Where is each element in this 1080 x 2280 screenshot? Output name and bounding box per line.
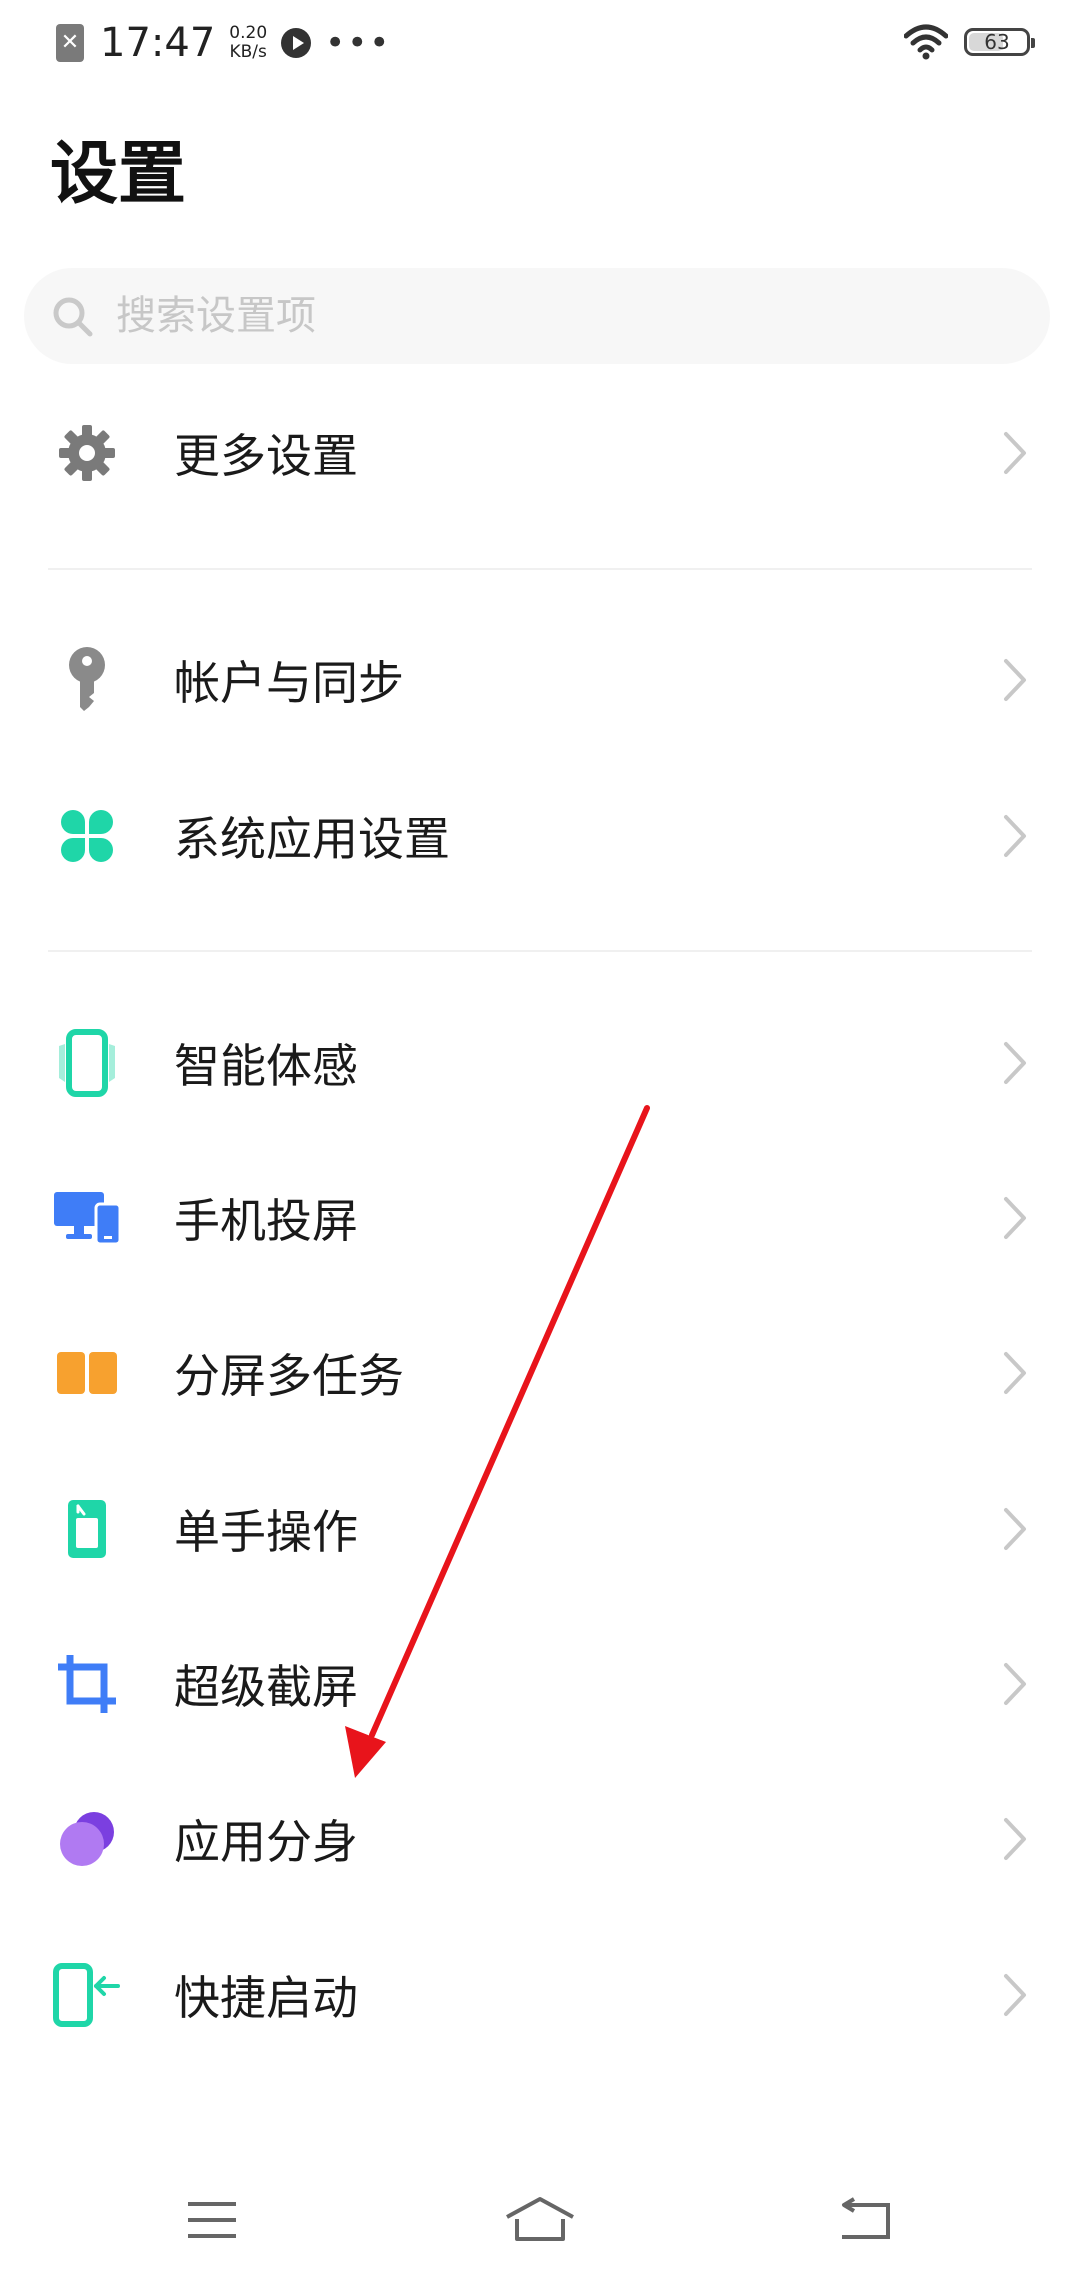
chevron-right-icon [1004, 659, 1026, 701]
settings-item-label: 帐户与同步 [174, 656, 404, 710]
chevron-right-icon [1004, 1663, 1026, 1705]
settings-item-label: 分屏多任务 [174, 1349, 404, 1403]
network-speed-unit: KB/s [229, 42, 267, 62]
app-clone-icon [50, 1802, 124, 1876]
menu-button[interactable] [172, 2180, 252, 2260]
settings-item-system-apps[interactable]: 系统应用设置 [0, 761, 1080, 911]
divider [48, 568, 1032, 570]
key-icon [50, 643, 124, 717]
navigation-bar [0, 2160, 1080, 2280]
status-bar: ✕ 17:47 0.20 KB/s ••• 63 [0, 0, 1080, 90]
crop-icon [50, 1647, 124, 1721]
screencast-icon [50, 1181, 124, 1255]
battery-icon: 63 [964, 28, 1035, 56]
back-icon [842, 2197, 890, 2239]
chevron-right-icon [1004, 1974, 1026, 2016]
home-button[interactable] [500, 2180, 580, 2260]
chevron-right-icon [1004, 432, 1026, 474]
settings-item-label: 手机投屏 [174, 1194, 358, 1248]
screen-record-icon [281, 28, 312, 58]
chevron-right-icon [1004, 1197, 1026, 1239]
back-button[interactable] [826, 2180, 906, 2260]
settings-item-label: 智能体感 [174, 1039, 358, 1093]
chevron-right-icon [1004, 815, 1026, 857]
quick-launch-icon [50, 1958, 124, 2032]
battery-level: 63 [984, 30, 1010, 54]
status-time: 17:47 [100, 20, 216, 66]
settings-item-one-handed[interactable]: 单手操作 [0, 1454, 1080, 1604]
settings-item-label: 超级截屏 [174, 1660, 358, 1714]
search-bar[interactable] [24, 268, 1050, 364]
settings-item-label: 更多设置 [174, 429, 358, 483]
divider [48, 950, 1032, 952]
chevron-right-icon [1004, 1042, 1026, 1084]
settings-item-app-clone[interactable]: 应用分身 [0, 1764, 1080, 1914]
gear-icon [50, 416, 124, 490]
no-sim-icon: ✕ [56, 24, 84, 62]
page-title: 设置 [50, 135, 187, 214]
settings-item-screen-cast[interactable]: 手机投屏 [0, 1143, 1080, 1293]
settings-item-accounts-sync[interactable]: 帐户与同步 [0, 605, 1080, 755]
settings-item-quick-launch[interactable]: 快捷启动 [0, 1920, 1080, 2070]
settings-item-super-screenshot[interactable]: 超级截屏 [0, 1609, 1080, 1759]
settings-item-label: 系统应用设置 [174, 812, 450, 866]
chevron-right-icon [1004, 1818, 1026, 1860]
settings-item-label: 应用分身 [174, 1815, 358, 1869]
more-notifications-icon: ••• [325, 23, 392, 63]
chevron-right-icon [1004, 1508, 1026, 1550]
menu-icon [188, 2202, 236, 2238]
network-speed: 0.20 KB/s [229, 24, 267, 62]
settings-item-split-screen[interactable]: 分屏多任务 [0, 1298, 1080, 1448]
search-icon [53, 297, 93, 337]
home-icon [506, 2197, 574, 2241]
phone-motion-icon [50, 1026, 124, 1100]
settings-item-label: 单手操作 [174, 1505, 358, 1559]
settings-item-motion-sensing[interactable]: 智能体感 [0, 988, 1080, 1138]
split-screen-icon [50, 1336, 124, 1410]
search-input[interactable] [114, 292, 968, 340]
settings-item-label: 快捷启动 [174, 1971, 358, 2025]
clover-icon [50, 799, 124, 873]
wifi-icon [904, 24, 948, 60]
settings-item-more-settings[interactable]: 更多设置 [0, 378, 1080, 528]
one-hand-icon [50, 1492, 124, 1566]
chevron-right-icon [1004, 1352, 1026, 1394]
network-speed-value: 0.20 [229, 23, 268, 43]
